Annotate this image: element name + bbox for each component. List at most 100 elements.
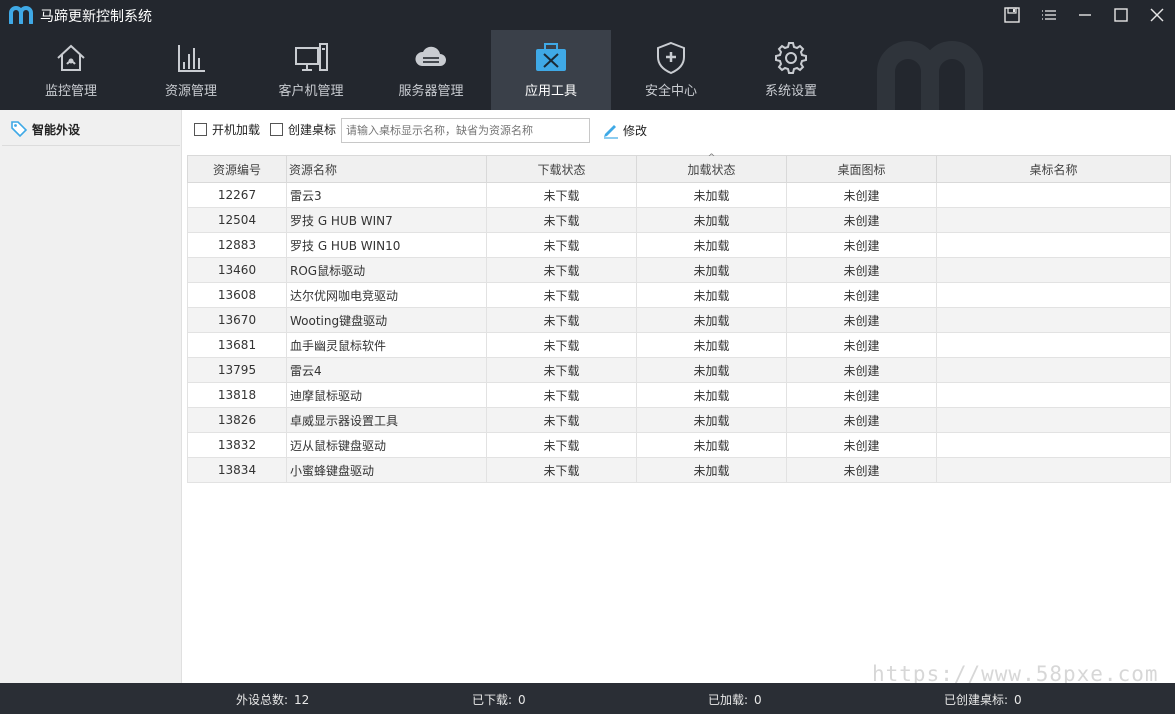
status-bar: 外设总数: 12 已下载: 0 已加载: 0 已创建桌标: 0 bbox=[0, 683, 1175, 714]
table-row[interactable]: 13795 雷云4 未下载 未加载 未创建 bbox=[187, 357, 1171, 383]
cell-download-status: 未下载 bbox=[486, 207, 637, 233]
cell-shortcut-name bbox=[936, 432, 1171, 458]
cell-name: 迪摩鼠标驱动 bbox=[286, 382, 487, 408]
table-row[interactable]: 13818 迪摩鼠标驱动 未下载 未加载 未创建 bbox=[187, 382, 1171, 408]
table-row[interactable]: 13834 小蜜蜂键盘驱动 未下载 未加载 未创建 bbox=[187, 457, 1171, 483]
peripheral-table: 资源编号 资源名称 下载状态 ^ 加载状态 桌面图标 桌标名称 12267 雷云3 未… bbox=[187, 153, 1171, 483]
autoload-label: 开机加载 bbox=[212, 123, 261, 137]
cell-id: 12267 bbox=[187, 182, 287, 208]
cell-load-status: 未加载 bbox=[636, 307, 787, 333]
cell-load-status: 未加载 bbox=[636, 257, 787, 283]
monitor-pc-icon bbox=[293, 40, 329, 76]
nav-client[interactable]: 客户机管理 bbox=[251, 30, 371, 110]
status-created-label: 已创建桌标: bbox=[944, 693, 1009, 707]
shortcut-name-input[interactable] bbox=[341, 118, 590, 143]
table-row[interactable]: 13826 卓威显示器设置工具 未下载 未加载 未创建 bbox=[187, 407, 1171, 433]
cell-desktop-icon-status: 未创建 bbox=[786, 382, 937, 408]
cell-load-status: 未加载 bbox=[636, 232, 787, 258]
cell-download-status: 未下载 bbox=[486, 382, 637, 408]
table-row[interactable]: 12267 雷云3 未下载 未加载 未创建 bbox=[187, 182, 1171, 208]
cell-name: 罗技 G HUB WIN7 bbox=[286, 207, 487, 233]
menu-icon[interactable] bbox=[1039, 5, 1059, 25]
cell-id: 13795 bbox=[187, 357, 287, 383]
status-loaded: 已加载: 0 bbox=[708, 691, 762, 708]
pencil-icon[interactable] bbox=[602, 121, 620, 139]
cell-id: 13832 bbox=[187, 432, 287, 458]
status-loaded-label: 已加载: bbox=[708, 693, 749, 707]
cell-shortcut-name bbox=[936, 332, 1171, 358]
nav-label: 应用工具 bbox=[524, 84, 577, 99]
nav-app-tools[interactable]: 应用工具 bbox=[491, 30, 611, 110]
close-icon[interactable] bbox=[1147, 5, 1167, 25]
table-row[interactable]: 13832 迈从鼠标键盘驱动 未下载 未加载 未创建 bbox=[187, 432, 1171, 458]
cell-name: 罗技 G HUB WIN10 bbox=[286, 232, 487, 258]
nav-security[interactable]: 安全中心 bbox=[611, 30, 731, 110]
cell-id: 12504 bbox=[187, 207, 287, 233]
edit-button[interactable]: 修改 bbox=[623, 122, 647, 139]
cell-load-status: 未加载 bbox=[636, 457, 787, 483]
cell-load-status: 未加载 bbox=[636, 407, 787, 433]
cell-name: 卓威显示器设置工具 bbox=[286, 407, 487, 433]
create-shortcut-checkbox[interactable] bbox=[270, 123, 283, 136]
status-created: 已创建桌标: 0 bbox=[944, 691, 1022, 708]
cell-desktop-icon-status: 未创建 bbox=[786, 232, 937, 258]
cell-download-status: 未下载 bbox=[486, 457, 637, 483]
autoload-checkbox[interactable] bbox=[194, 123, 207, 136]
cell-id: 13608 bbox=[187, 282, 287, 308]
col-header-id[interactable]: 资源编号 bbox=[187, 155, 287, 183]
table-row[interactable]: 12504 罗技 G HUB WIN7 未下载 未加载 未创建 bbox=[187, 207, 1171, 233]
nav-server[interactable]: 服务器管理 bbox=[371, 30, 491, 110]
cell-shortcut-name bbox=[936, 307, 1171, 333]
status-downloaded: 已下载: 0 bbox=[472, 691, 526, 708]
cell-shortcut-name bbox=[936, 182, 1171, 208]
cell-desktop-icon-status: 未创建 bbox=[786, 207, 937, 233]
save-icon[interactable] bbox=[1002, 5, 1022, 25]
cell-load-status: 未加载 bbox=[636, 207, 787, 233]
main-nav: 监控管理 资源管理 客户机管理 服务器管理 应用工具 安全中心 系统设置 bbox=[0, 30, 1175, 110]
cell-id: 13826 bbox=[187, 407, 287, 433]
cell-download-status: 未下载 bbox=[486, 332, 637, 358]
cell-download-status: 未下载 bbox=[486, 432, 637, 458]
col-header-name[interactable]: 资源名称 bbox=[286, 155, 487, 183]
cell-name: 血手幽灵鼠标软件 bbox=[286, 332, 487, 358]
table-row[interactable]: 12883 罗技 G HUB WIN10 未下载 未加载 未创建 bbox=[187, 232, 1171, 258]
home-monitor-icon bbox=[53, 40, 89, 76]
cell-load-status: 未加载 bbox=[636, 432, 787, 458]
nav-label: 服务器管理 bbox=[398, 84, 464, 99]
minimize-icon[interactable] bbox=[1075, 5, 1095, 25]
col-header-desktop-icon[interactable]: 桌面图标 bbox=[786, 155, 937, 183]
nav-settings[interactable]: 系统设置 bbox=[731, 30, 851, 110]
sidebar-item-smart-peripheral[interactable]: 智能外设 bbox=[2, 116, 180, 146]
cell-shortcut-name bbox=[936, 357, 1171, 383]
status-downloaded-label: 已下载: bbox=[472, 693, 513, 707]
col-header-load-label: 加载状态 bbox=[687, 162, 736, 177]
cell-desktop-icon-status: 未创建 bbox=[786, 257, 937, 283]
cell-name: Wooting键盘驱动 bbox=[286, 307, 487, 333]
table-row[interactable]: 13670 Wooting键盘驱动 未下载 未加载 未创建 bbox=[187, 307, 1171, 333]
cell-id: 13834 bbox=[187, 457, 287, 483]
cell-download-status: 未下载 bbox=[486, 257, 637, 283]
col-header-shortcut-name[interactable]: 桌标名称 bbox=[936, 155, 1171, 183]
table-row[interactable]: 13681 血手幽灵鼠标软件 未下载 未加载 未创建 bbox=[187, 332, 1171, 358]
col-header-load[interactable]: ^ 加载状态 bbox=[636, 153, 787, 183]
cell-load-status: 未加载 bbox=[636, 332, 787, 358]
app-title: 马蹄更新控制系统 bbox=[40, 9, 152, 25]
cell-shortcut-name bbox=[936, 207, 1171, 233]
cell-download-status: 未下载 bbox=[486, 307, 637, 333]
table-row[interactable]: 13460 ROG鼠标驱动 未下载 未加载 未创建 bbox=[187, 257, 1171, 283]
nav-label: 监控管理 bbox=[44, 84, 97, 99]
maximize-icon[interactable] bbox=[1111, 5, 1131, 25]
table-row[interactable]: 13608 达尔优网咖电竞驱动 未下载 未加载 未创建 bbox=[187, 282, 1171, 308]
cell-shortcut-name bbox=[936, 257, 1171, 283]
nav-monitor[interactable]: 监控管理 bbox=[11, 30, 131, 110]
app-logo-icon bbox=[9, 6, 33, 24]
status-loaded-value: 0 bbox=[754, 693, 762, 707]
col-header-download[interactable]: 下载状态 bbox=[486, 155, 637, 183]
nav-resource[interactable]: 资源管理 bbox=[131, 30, 251, 110]
cell-load-status: 未加载 bbox=[636, 182, 787, 208]
cell-name: 小蜜蜂键盘驱动 bbox=[286, 457, 487, 483]
cell-id: 12883 bbox=[187, 232, 287, 258]
nav-label: 资源管理 bbox=[164, 84, 217, 99]
status-total: 外设总数: 12 bbox=[236, 691, 309, 708]
cell-name: 达尔优网咖电竞驱动 bbox=[286, 282, 487, 308]
